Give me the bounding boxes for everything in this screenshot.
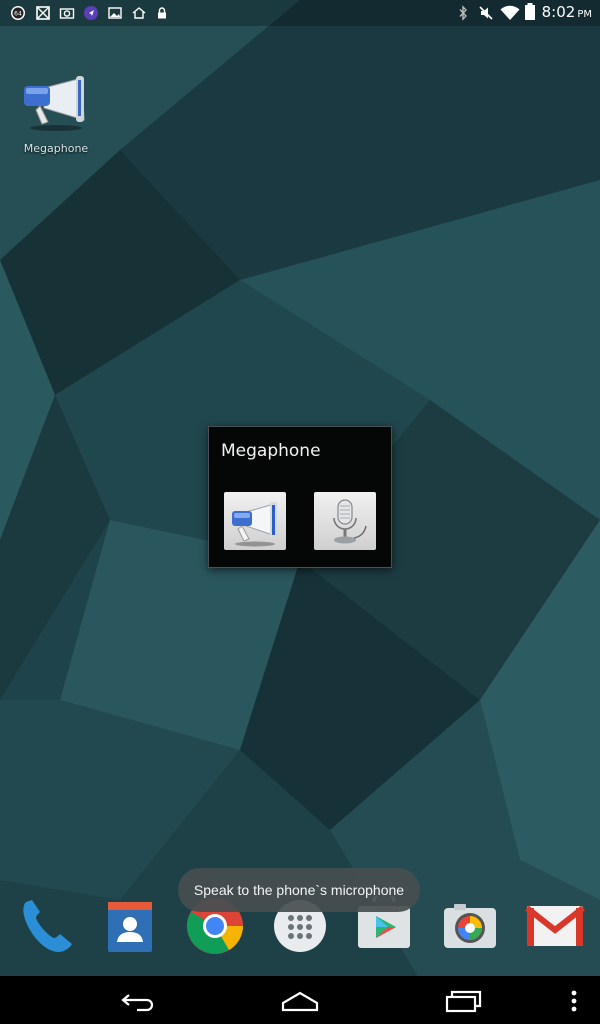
phone-icon xyxy=(23,900,73,952)
battery-icon xyxy=(524,3,536,21)
status-clock: 8:02 PM xyxy=(542,3,592,21)
desktop-shortcut-megaphone[interactable]: Megaphone xyxy=(14,72,98,155)
dock-contacts[interactable] xyxy=(100,896,160,956)
recents-button[interactable] xyxy=(433,984,493,1018)
bluetooth-icon xyxy=(455,5,471,21)
status-bar: 64 8:02 PM xyxy=(0,0,600,26)
camera-icon xyxy=(59,5,75,21)
megaphone-icon xyxy=(232,502,277,547)
dock-gmail[interactable] xyxy=(525,896,585,956)
megaphone-icon xyxy=(24,76,85,131)
dock-camera[interactable] xyxy=(440,896,500,956)
badge-64-text: 64 xyxy=(14,11,22,18)
wifi-icon xyxy=(500,5,520,21)
navigation-icon xyxy=(83,5,99,21)
clock-time: 8:02 xyxy=(541,3,576,21)
shortcut-label: Megaphone xyxy=(23,142,89,155)
image-icon xyxy=(107,5,123,21)
back-icon xyxy=(121,994,154,1012)
badge-64-icon: 64 xyxy=(10,5,26,21)
home-icon xyxy=(131,5,147,21)
dock-phone[interactable] xyxy=(16,896,76,956)
microphone-button[interactable] xyxy=(314,492,376,550)
muted-icon xyxy=(478,5,494,21)
clock-ampm: PM xyxy=(577,9,592,20)
overflow-menu-icon xyxy=(571,990,577,1012)
menu-button[interactable] xyxy=(544,984,600,1018)
widget-title: Megaphone xyxy=(221,441,321,461)
megaphone-widget: Megaphone xyxy=(208,426,392,568)
home-button[interactable] xyxy=(270,984,330,1018)
navigation-bar xyxy=(0,976,600,1024)
recents-icon xyxy=(445,990,482,1013)
lock-icon xyxy=(154,5,170,21)
gmail-icon xyxy=(525,905,585,946)
crossed-box-icon xyxy=(35,5,51,21)
megaphone-button[interactable] xyxy=(224,492,286,550)
contacts-icon xyxy=(108,902,152,952)
microphone-icon xyxy=(333,499,367,544)
home-icon xyxy=(281,991,319,1012)
back-button[interactable] xyxy=(107,984,167,1018)
toast-message: Speak to the phone`s microphone xyxy=(178,868,420,912)
camera-icon xyxy=(444,904,496,948)
